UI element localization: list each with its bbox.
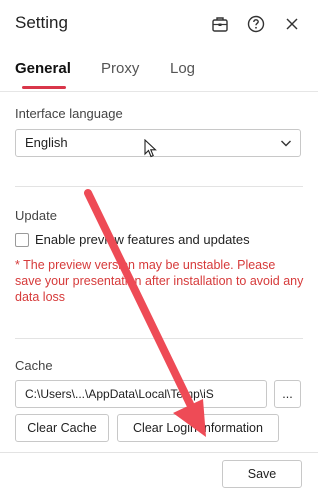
language-select[interactable]: English (15, 129, 301, 157)
footer-divider (0, 452, 318, 453)
language-select-value: English (25, 135, 68, 150)
mouse-cursor-icon (144, 139, 157, 158)
preview-features-option[interactable]: Enable preview features and updates (15, 232, 250, 247)
help-icon[interactable] (245, 13, 267, 35)
clear-cache-button[interactable]: Clear Cache (15, 414, 109, 442)
tab-log[interactable]: Log (170, 60, 195, 77)
browse-button[interactable]: ... (274, 380, 301, 408)
tab-bar: General Proxy Log (0, 52, 318, 92)
save-button[interactable]: Save (222, 460, 302, 488)
divider (15, 186, 303, 187)
preview-features-label[interactable]: Enable preview features and updates (35, 232, 250, 247)
interface-language-label: Interface language (15, 106, 123, 121)
preview-warning-text: * The preview version may be unstable. P… (15, 258, 304, 304)
preview-features-checkbox[interactable] (15, 232, 29, 247)
clear-login-button[interactable]: Clear Login Information (117, 414, 279, 442)
tab-proxy[interactable]: Proxy (101, 60, 139, 77)
close-icon[interactable] (281, 13, 303, 35)
window-header: Setting (0, 0, 318, 50)
cache-path-field[interactable]: C:\Users\...\AppData\Local\Temp\iS (15, 380, 267, 408)
update-label: Update (15, 208, 57, 223)
tab-general[interactable]: General (15, 60, 71, 77)
cache-label: Cache (15, 358, 53, 373)
toolbox-icon[interactable] (209, 13, 231, 35)
chevron-down-icon (281, 140, 291, 147)
divider (15, 338, 303, 339)
window-title: Setting (15, 13, 68, 32)
active-tab-indicator (22, 86, 66, 89)
